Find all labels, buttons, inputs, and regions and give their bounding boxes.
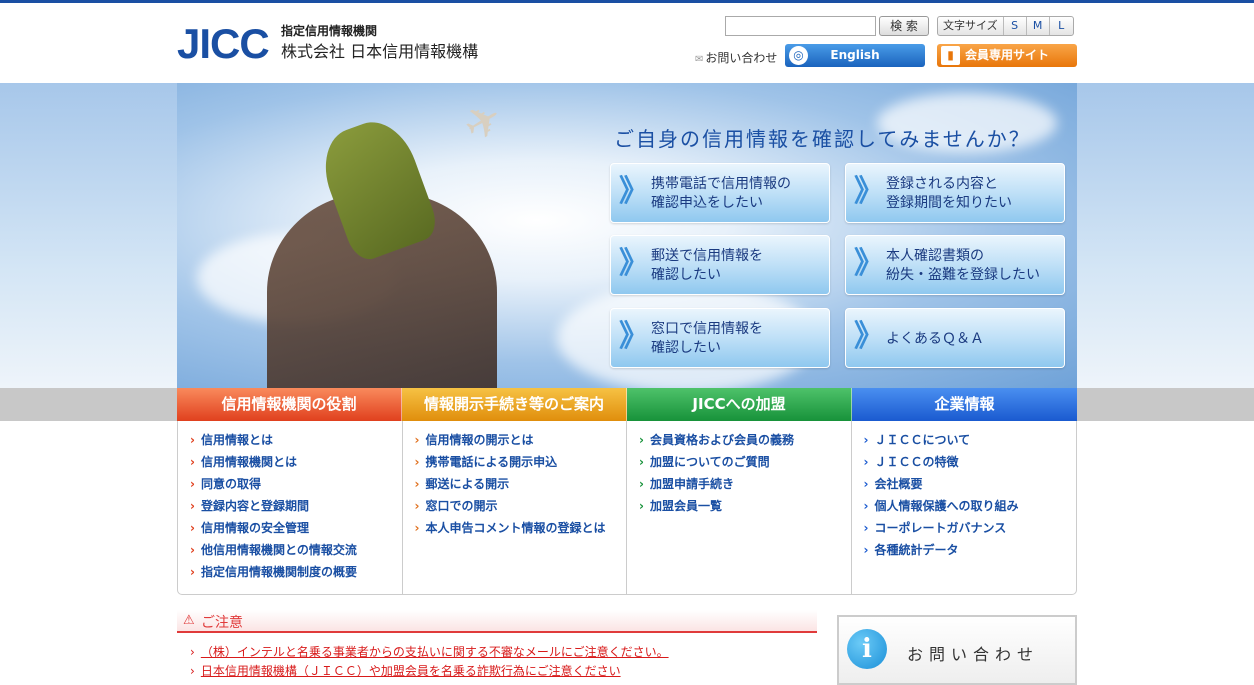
- menu-item[interactable]: 加盟会員一覧: [639, 495, 851, 517]
- chevron-right-icon: 》: [854, 174, 884, 209]
- hero-button-mail-confirm[interactable]: 》 郵送で信用情報を 確認したい: [610, 235, 830, 295]
- menu-item[interactable]: 会員資格および会員の義務: [639, 429, 851, 451]
- hero-button-line2: 確認申込をしたい: [651, 195, 763, 211]
- font-size-switcher: 文字サイズ S M L: [937, 16, 1074, 36]
- menu-item[interactable]: 加盟申請手続き: [639, 473, 851, 495]
- nav-tab-company[interactable]: 企業情報: [852, 388, 1077, 421]
- hero-button-faq[interactable]: 》 よくあるＱ＆Ａ: [845, 308, 1065, 368]
- hero-button-line1: 携帯電話で信用情報の: [651, 176, 791, 192]
- menu-item[interactable]: 同意の取得: [190, 473, 402, 495]
- notice-link[interactable]: 日本信用情報機構（ＪＩＣＣ）や加盟会員を名乗る詐欺行為にご注意ください: [190, 662, 621, 679]
- hero-button-line1: よくあるＱ＆Ａ: [886, 330, 984, 347]
- contact-link-label: お問い合わせ: [705, 51, 778, 65]
- search-input[interactable]: [725, 16, 876, 36]
- menu-item[interactable]: コーポレートガバナンス: [864, 517, 1077, 539]
- person-icon: ▮: [941, 46, 960, 65]
- site-logo[interactable]: JICC 指定信用情報機関 株式会社 日本信用情報機構: [177, 18, 479, 70]
- hero-button-lost-id[interactable]: 》 本人確認書類の紛失・盗難を登録したい: [845, 235, 1065, 295]
- nav-menu-column-membership: 会員資格および会員の義務 加盟についてのご質問 加盟申請手続き 加盟会員一覧: [627, 421, 852, 594]
- hero-button-line2: 確認したい: [651, 267, 721, 283]
- menu-item[interactable]: 信用情報とは: [190, 429, 402, 451]
- hero-button-line1: 本人確認書類の: [886, 248, 984, 264]
- menu-item[interactable]: 窓口での開示: [415, 495, 627, 517]
- member-site-button[interactable]: ▮ 会員専用サイト: [937, 44, 1077, 67]
- nav-menu-panel: 信用情報とは 信用情報機関とは 同意の取得 登録内容と登録期間 信用情報の安全管…: [177, 421, 1077, 595]
- logo-mark: JICC: [177, 20, 270, 67]
- nav-tab-membership[interactable]: JICCへの加盟: [627, 388, 852, 421]
- chevron-right-icon: 》: [619, 319, 649, 354]
- main-nav: 信用情報機関の役割 情報開示手続き等のご案内 JICCへの加盟 企業情報: [177, 388, 1077, 421]
- chevron-right-icon: 》: [619, 174, 649, 209]
- logo-subtitle: 指定信用情報機関: [281, 24, 378, 38]
- logo-company-name: 株式会社 日本信用情報機構: [281, 42, 479, 61]
- toy-airplane-icon: ✈: [454, 91, 513, 154]
- hero-button-registration-period[interactable]: 》 登録される内容と 登録期間を知りたい: [845, 163, 1065, 223]
- chevron-right-icon: 》: [854, 246, 884, 281]
- envelope-icon: ✉: [695, 54, 704, 65]
- menu-item[interactable]: 信用情報の開示とは: [415, 429, 627, 451]
- hero-button-line1: 窓口で信用情報を: [651, 321, 763, 337]
- menu-item[interactable]: 郵送による開示: [415, 473, 627, 495]
- nav-menu-column-company: ＪＩＣＣについて ＪＩＣＣの特徴 会社概要 個人情報保護への取り組み コーポレー…: [852, 421, 1077, 594]
- nav-menu-column-disclosure: 信用情報の開示とは 携帯電話による開示申込 郵送による開示 窓口での開示 本人申…: [403, 421, 627, 594]
- contact-panel[interactable]: i お問い合わせ: [837, 615, 1077, 685]
- menu-item[interactable]: 加盟についてのご質問: [639, 451, 851, 473]
- hero-button-counter-confirm[interactable]: 》 窓口で信用情報を 確認したい: [610, 308, 830, 368]
- menu-item[interactable]: 信用情報機関とは: [190, 451, 402, 473]
- menu-item[interactable]: 各種統計データ: [864, 539, 1077, 561]
- menu-item[interactable]: ＪＩＣＣについて: [864, 429, 1077, 451]
- top-accent-line: [0, 0, 1254, 3]
- hero-button-line2: 確認したい: [651, 340, 721, 356]
- contact-panel-label: お問い合わせ: [907, 645, 1040, 664]
- hero-button-mobile-request[interactable]: 》 携帯電話で信用情報の 確認申込をしたい: [610, 163, 830, 223]
- font-size-medium-button[interactable]: M: [1027, 17, 1050, 35]
- notice-title: ご注意: [201, 615, 243, 631]
- menu-item[interactable]: ＪＩＣＣの特徴: [864, 451, 1077, 473]
- font-size-label: 文字サイズ: [938, 17, 1004, 35]
- notice-header: ⚠ ご注意: [177, 610, 817, 633]
- hero-button-line1: 登録される内容と: [886, 176, 998, 192]
- menu-item[interactable]: 本人申告コメント情報の登録とは: [415, 517, 627, 539]
- info-icon: i: [847, 629, 887, 669]
- hero-banner: ✈ ご自身の信用情報を確認してみませんか？ 》 携帯電話で信用情報の 確認申込をし…: [177, 83, 1077, 388]
- chevron-right-icon: 》: [619, 246, 649, 281]
- english-button[interactable]: ◎ English: [785, 44, 925, 67]
- font-size-small-button[interactable]: S: [1004, 17, 1027, 35]
- contact-link[interactable]: ✉ お問い合わせ: [695, 49, 777, 66]
- globe-icon: ◎: [789, 46, 808, 65]
- menu-item[interactable]: 他信用情報機関との情報交流: [190, 539, 402, 561]
- hero-title: ご自身の信用情報を確認してみませんか？: [614, 127, 1031, 151]
- menu-item[interactable]: 指定信用情報機関制度の概要: [190, 561, 402, 583]
- menu-item[interactable]: 登録内容と登録期間: [190, 495, 402, 517]
- hero-button-line1: 郵送で信用情報を: [651, 248, 763, 264]
- nav-tab-role[interactable]: 信用情報機関の役割: [177, 388, 402, 421]
- menu-item[interactable]: 信用情報の安全管理: [190, 517, 402, 539]
- nav-tab-disclosure[interactable]: 情報開示手続き等のご案内: [402, 388, 627, 421]
- nav-menu-column-role: 信用情報とは 信用情報機関とは 同意の取得 登録内容と登録期間 信用情報の安全管…: [178, 421, 403, 594]
- menu-item[interactable]: 個人情報保護への取り組み: [864, 495, 1077, 517]
- hero-button-line2: 登録期間を知りたい: [886, 195, 1012, 211]
- menu-item[interactable]: 会社概要: [864, 473, 1077, 495]
- member-site-button-label: 会員専用サイト: [964, 48, 1049, 62]
- notice-link[interactable]: （株）インテルと名乗る事業者からの支払いに関する不審なメールにご注意ください。: [190, 643, 669, 660]
- warning-icon: ⚠: [183, 613, 195, 628]
- english-button-label: English: [830, 48, 880, 62]
- font-size-large-button[interactable]: L: [1050, 17, 1073, 35]
- hero-button-line2: 紛失・盗難を登録したい: [886, 267, 1040, 283]
- menu-item[interactable]: 携帯電話による開示申込: [415, 451, 627, 473]
- chevron-right-icon: 》: [854, 319, 884, 354]
- search-button[interactable]: 検 索: [879, 16, 929, 36]
